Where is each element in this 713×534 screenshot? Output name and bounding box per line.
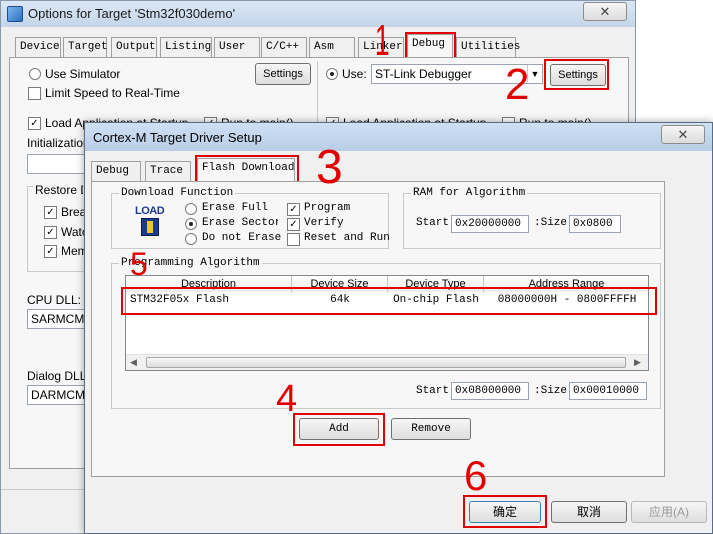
- arrow-icon: [147, 221, 153, 233]
- apply-button[interactable]: 应用(A): [631, 501, 707, 523]
- load-icon-text: LOAD: [135, 205, 165, 217]
- memory-display-checkbox[interactable]: ✓: [44, 245, 57, 258]
- erase-full-chip-label: Erase Full Chip: [202, 202, 274, 214]
- simulator-settings-button[interactable]: Settings: [255, 63, 311, 85]
- ram-start-input[interactable]: 0x20000000: [451, 215, 529, 233]
- erase-sectors-label: Erase Sectors: [202, 217, 278, 229]
- verify-label: Verify: [304, 217, 344, 229]
- driver-close-button[interactable]: ✕: [661, 125, 705, 144]
- erase-full-chip-radio[interactable]: [185, 203, 197, 215]
- do-not-erase-radio[interactable]: [185, 233, 197, 245]
- options-close-button[interactable]: ✕: [583, 2, 627, 21]
- memory-display-label: Memory Display: [61, 244, 85, 258]
- tab-user[interactable]: User: [214, 37, 260, 57]
- size-label: Size:: [533, 385, 567, 397]
- driver-dialog-title: Cortex-M Target Driver Setup: [93, 130, 262, 145]
- reset-run-label: Reset and Run: [304, 232, 390, 244]
- program-label: Program: [304, 202, 351, 214]
- annotation-4: 4: [276, 378, 298, 420]
- use-debugger-radio[interactable]: [326, 68, 338, 80]
- download-function-title: Download Function: [119, 187, 236, 199]
- driver-tab-debug[interactable]: Debug: [91, 161, 141, 181]
- annotation-box-settings: [544, 59, 609, 90]
- tab-device[interactable]: Device: [15, 37, 61, 57]
- ram-size-input[interactable]: 0x0800: [569, 215, 621, 233]
- breakpoints-checkbox[interactable]: ✓: [44, 206, 57, 219]
- options-title-bar: Options for Target 'Stm32f030demo' ✕: [1, 1, 635, 27]
- tab-target[interactable]: Target: [63, 37, 108, 57]
- app-icon: [7, 6, 23, 22]
- limit-speed-label: Limit Speed to Real-Time: [45, 86, 180, 100]
- tab-c-cpp[interactable]: C/C++: [261, 37, 307, 57]
- dialog-dll-label: Dialog DLL:: [27, 369, 90, 383]
- options-window-title: Options for Target 'Stm32f030demo': [28, 6, 236, 21]
- driver-tab-trace[interactable]: Trace: [145, 161, 191, 181]
- tab-asm[interactable]: Asm: [309, 37, 355, 57]
- erase-sectors-radio[interactable]: [185, 218, 197, 230]
- annotation-1: 1: [374, 16, 390, 65]
- ram-algorithm-title: RAM for Algorithm: [411, 187, 528, 199]
- start-label: Start:: [415, 385, 449, 397]
- horizontal-scrollbar[interactable]: ◀ ▶: [126, 354, 648, 370]
- annotation-3: 3: [316, 141, 343, 194]
- do-not-erase-label: Do not Erase: [202, 232, 282, 244]
- remove-button[interactable]: Remove: [391, 418, 471, 440]
- watch-windows-label: Watch Windows: [61, 225, 85, 239]
- start-input[interactable]: 0x08000000: [451, 382, 529, 400]
- use-simulator-radio[interactable]: [29, 68, 41, 80]
- verify-checkbox[interactable]: ✓: [287, 218, 300, 231]
- driver-title-bar: Cortex-M Target Driver Setup ✕: [85, 123, 712, 151]
- scrollbar-thumb[interactable]: [146, 357, 626, 368]
- use-label: Use:: [342, 67, 367, 81]
- cpu-dll-label: CPU DLL:: [27, 293, 82, 307]
- tab-output[interactable]: Output: [111, 37, 157, 57]
- annotation-box-flash-tab: [195, 155, 299, 183]
- watch-windows-checkbox[interactable]: ✓: [44, 226, 57, 239]
- scroll-right-icon[interactable]: ▶: [634, 357, 641, 368]
- annotation-box-add: [293, 413, 385, 446]
- target-driver-dialog: Cortex-M Target Driver Setup ✕ Debug Tra…: [84, 122, 713, 534]
- bottom-separator: [1, 489, 85, 490]
- annotation-6: 6: [464, 452, 488, 499]
- limit-speed-checkbox[interactable]: [28, 87, 41, 100]
- annotation-5: 5: [130, 246, 148, 282]
- annotation-box-algorithm-row: [121, 287, 657, 315]
- ram-start-label: Start:: [415, 217, 449, 229]
- tab-utilities[interactable]: Utilities: [456, 37, 520, 57]
- use-simulator-label: Use Simulator: [45, 67, 121, 81]
- load-icon: LOAD: [131, 205, 171, 241]
- annotation-2: 2: [505, 60, 530, 109]
- tab-listing[interactable]: Listing: [160, 37, 212, 57]
- dialog-dll-input[interactable]: DARMCM1.DLL: [27, 385, 87, 405]
- load-app-left-checkbox[interactable]: ✓: [28, 117, 41, 130]
- cpu-dll-input[interactable]: SARMCM3.DLL: [27, 309, 87, 329]
- reset-run-checkbox[interactable]: [287, 233, 300, 246]
- ram-size-label: Size:: [533, 217, 567, 229]
- program-checkbox[interactable]: ✓: [287, 203, 300, 216]
- restore-session-group-title: Restore Debug Session Settings: [33, 183, 83, 197]
- size-input[interactable]: 0x00010000: [569, 382, 647, 400]
- init-file-input[interactable]: [27, 154, 87, 174]
- scroll-left-icon[interactable]: ◀: [130, 357, 137, 368]
- cancel-button[interactable]: 取消: [551, 501, 627, 523]
- breakpoints-label: Breakpoints: [61, 205, 85, 219]
